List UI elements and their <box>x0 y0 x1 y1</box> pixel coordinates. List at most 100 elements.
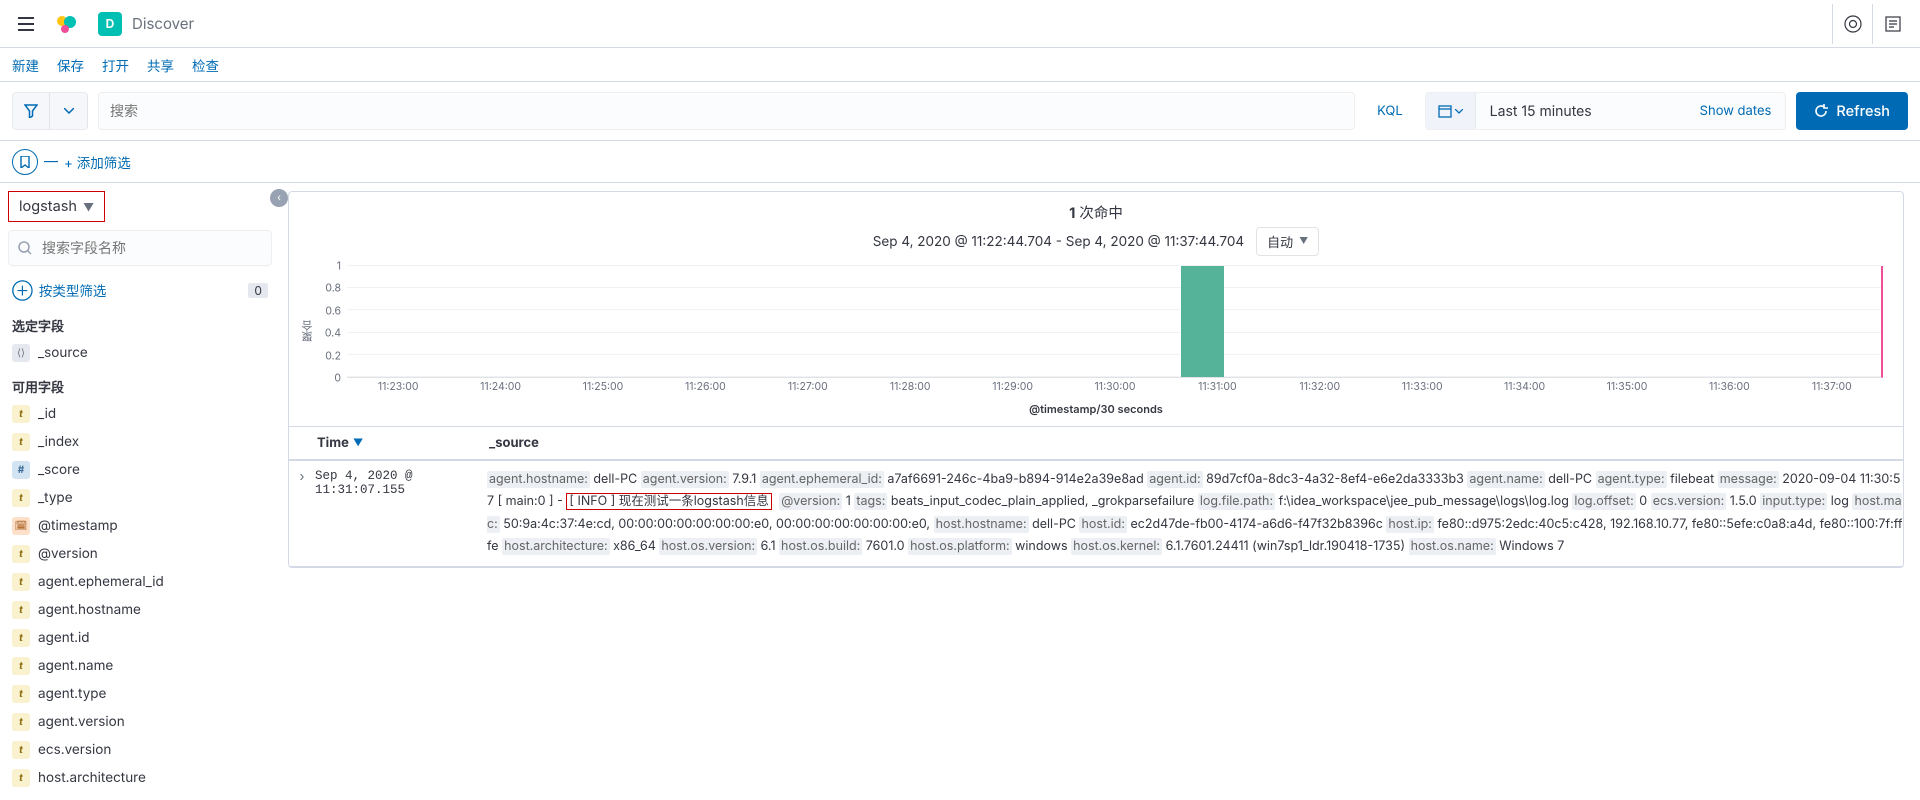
field-type-icon: t <box>12 713 30 731</box>
table-row: ›Sep 4, 2020 @ 11:31:07.155agent.hostnam… <box>289 461 1903 567</box>
saved-query-icon[interactable] <box>12 149 38 175</box>
field-key: host.os.kernel: <box>1071 538 1162 555</box>
filters-dropdown[interactable] <box>50 92 88 130</box>
field-key: host.os.build: <box>779 538 862 555</box>
filters-button[interactable] <box>12 92 50 130</box>
expand-icon: ⊕ <box>12 281 33 300</box>
search-icon <box>18 241 32 255</box>
field-search-input[interactable] <box>8 230 272 266</box>
field-key: agent.version: <box>641 471 729 488</box>
source-column-header[interactable]: _source <box>487 427 1903 459</box>
field--id[interactable]: t_id <box>8 400 272 428</box>
field-value: x86_64 <box>610 539 660 554</box>
field--version[interactable]: t@version <box>8 540 272 568</box>
filter-by-type[interactable]: ⊕ 按类型筛选 0 <box>8 274 272 306</box>
calendar-icon[interactable] <box>1426 93 1476 129</box>
field-key: host.ip: <box>1386 516 1433 533</box>
field-key: agent.id: <box>1147 471 1202 488</box>
field-type-icon: 🗓 <box>12 517 30 535</box>
app-badge[interactable]: D <box>98 12 122 36</box>
field--timestamp[interactable]: 🗓@timestamp <box>8 512 272 540</box>
field--index[interactable]: t_index <box>8 428 272 456</box>
histogram-bar[interactable] <box>1181 266 1224 377</box>
field-key: agent.hostname: <box>487 471 590 488</box>
field-value: Windows 7 <box>1496 539 1565 554</box>
field-key: host.id: <box>1079 516 1126 533</box>
share-button[interactable]: 共享 <box>147 55 174 75</box>
field-key: host.os.name: <box>1409 538 1496 555</box>
field-value: f:\idea_workspace\jee_pub_message\logs\l… <box>1275 494 1572 509</box>
field-key: ecs.version: <box>1651 493 1727 510</box>
field-agent-type[interactable]: tagent.type <box>8 680 272 708</box>
table-header: Time ▼ _source <box>289 426 1903 461</box>
field-agent-name[interactable]: t agent.name <box>8 652 272 680</box>
field--type[interactable]: t_type <box>8 484 272 512</box>
new-button[interactable]: 新建 <box>12 55 39 75</box>
top-bar: D Discover <box>0 0 1920 48</box>
field-agent-id[interactable]: tagent.id <box>8 624 272 652</box>
field-type-icon: t <box>12 573 30 591</box>
open-button[interactable]: 打开 <box>102 55 129 75</box>
syntax-kql[interactable]: KQL <box>1365 103 1415 119</box>
divider: — <box>44 153 58 170</box>
interval-select[interactable]: 自动 ▼ <box>1256 227 1319 256</box>
field-ecs-version[interactable]: tecs.version <box>8 736 272 764</box>
field-label: agent.name <box>38 658 113 674</box>
field-key: input.type: <box>1760 493 1827 510</box>
save-button[interactable]: 保存 <box>57 55 84 75</box>
time-column-header[interactable]: Time ▼ <box>315 427 487 459</box>
field--source[interactable]: ⟨⟩_source <box>8 339 272 367</box>
field-key: @version: <box>779 493 842 510</box>
row-source: agent.hostname: dell-PC agent.version: 7… <box>487 469 1903 558</box>
field-key: host.architecture: <box>502 538 610 555</box>
inspect-button[interactable]: 检查 <box>192 55 219 75</box>
show-dates-button[interactable]: Show dates <box>1686 103 1786 119</box>
sidebar: ‹ logstash ▼ ⊕ 按类型筛选 0 选定字段 ⟨⟩_source 可用… <box>0 183 280 800</box>
field-key: host.hostname: <box>934 516 1029 533</box>
field-agent-ephemeral-id[interactable]: t agent.ephemeral_id <box>8 568 272 596</box>
field-type-icon: t <box>12 629 30 647</box>
sort-desc-icon: ▼ <box>353 437 363 449</box>
app-title: Discover <box>132 14 194 33</box>
field-value: a7af6691-246c-4ba9-b894-914e2a39e8ad <box>884 472 1147 487</box>
elastic-logo[interactable] <box>50 8 82 40</box>
field-type-icon: t <box>12 545 30 563</box>
main-content: 1 次命中 Sep 4, 2020 @ 11:22:44.704 - Sep 4… <box>280 183 1920 800</box>
refresh-button[interactable]: Refresh <box>1796 92 1908 130</box>
histogram-chart[interactable]: 00.20.40.60.81 11:23:0011:24:0011:25:001… <box>317 266 1883 396</box>
date-range-label[interactable]: Last 15 minutes <box>1476 103 1686 120</box>
field-key: log.file.path: <box>1198 493 1275 510</box>
field-label: agent.ephemeral_id <box>38 574 164 590</box>
index-pattern-select[interactable]: logstash ▼ <box>8 191 105 222</box>
field-agent-version[interactable]: tagent.version <box>8 708 272 736</box>
field-value: windows <box>1012 539 1071 554</box>
action-bar: 新建 保存 打开 共享 检查 <box>0 48 1920 82</box>
field-type-icon: t <box>12 685 30 703</box>
menu-icon[interactable] <box>8 6 44 42</box>
expand-row-icon[interactable]: › <box>289 469 315 558</box>
field-key: log.offset: <box>1572 493 1635 510</box>
newsfeed-icon[interactable] <box>1872 4 1912 44</box>
field-agent-hostname[interactable]: tagent.hostname <box>8 596 272 624</box>
field-label: ecs.version <box>38 742 111 758</box>
field-value: 6.1 <box>757 539 779 554</box>
field-value: dell-PC <box>1029 517 1080 532</box>
filter-by-type-label: 按类型筛选 <box>39 280 107 300</box>
field-value: 50:9a:4c:37:4e:cd, 00:00:00:00:00:00:00:… <box>500 517 934 532</box>
add-filter-button[interactable]: + 添加筛选 <box>64 152 131 172</box>
hit-count: 1 次命中 <box>289 192 1903 227</box>
highlighted-text: [ INFO ] 现在测试一条logstash信息 <box>566 493 771 510</box>
field-value: filebeat <box>1667 472 1718 487</box>
help-icon[interactable] <box>1832 4 1872 44</box>
field-type-icon: t <box>12 405 30 423</box>
query-input[interactable] <box>98 92 1355 130</box>
field-type-icon: t <box>12 769 30 787</box>
field--score[interactable]: #_score <box>8 456 272 484</box>
field-host-architecture[interactable]: thost.architecture <box>8 764 272 792</box>
field-value: beats_input_codec_plain_applied, _grokpa… <box>887 494 1197 509</box>
field-value: dell-PC <box>1545 472 1596 487</box>
field-key: host.os.platform: <box>908 538 1012 555</box>
collapse-sidebar-icon[interactable]: ‹ <box>270 189 288 207</box>
field-type-icon: t <box>12 657 30 675</box>
field-key: agent.ephemeral_id: <box>760 471 884 488</box>
